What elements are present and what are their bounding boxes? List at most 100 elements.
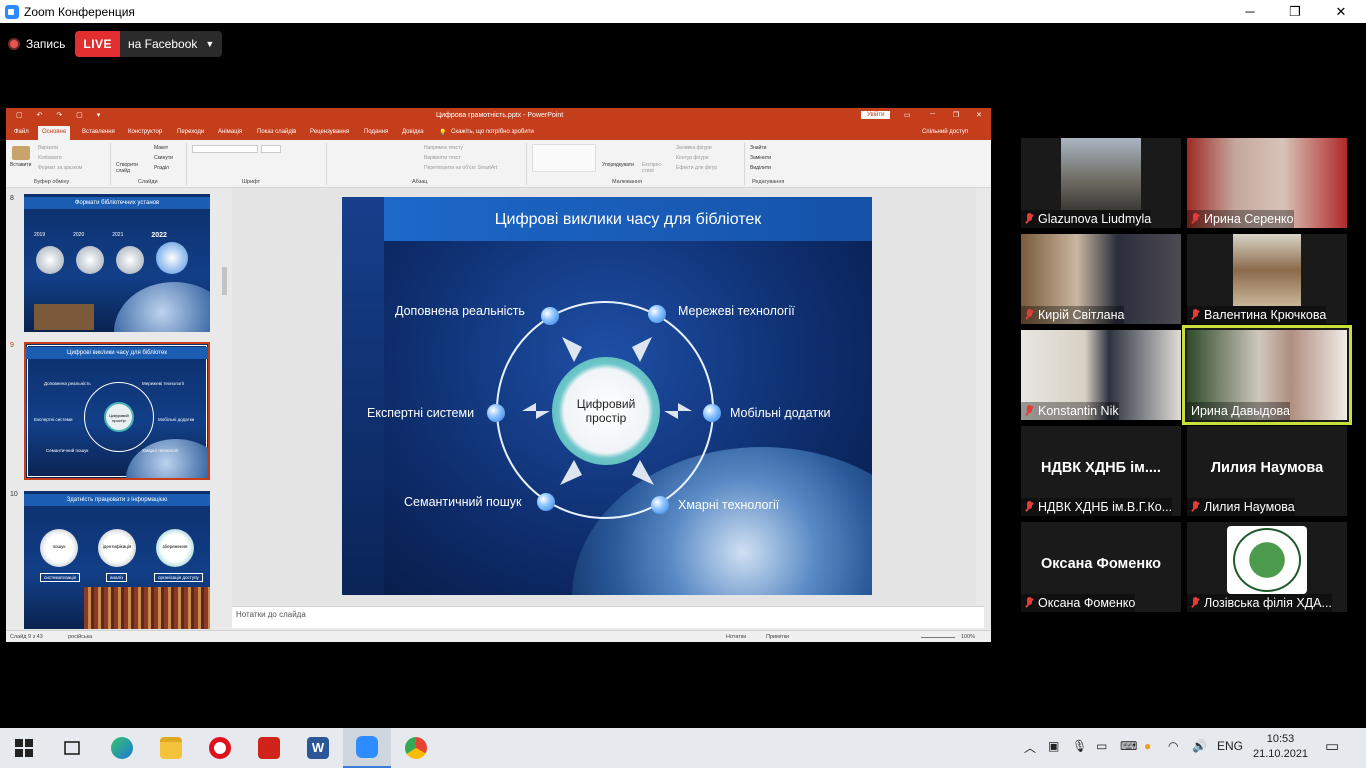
participant-tile[interactable]: Glazunova Liudmyla: [1021, 138, 1181, 228]
ppt-close-icon[interactable]: ✕: [976, 111, 982, 119]
chevron-up-icon[interactable]: ︿: [1024, 739, 1036, 756]
smartart-button[interactable]: Перетворити на об'єкт SmartArt: [424, 165, 497, 171]
shape-effects-button[interactable]: Ефекти для фігур: [676, 165, 717, 171]
chrome-taskbar-button[interactable]: [392, 728, 440, 768]
participant-tile[interactable]: Ирина Серенко: [1187, 138, 1347, 228]
participant-tile[interactable]: Валентина Крючкова: [1187, 234, 1347, 324]
participant-tile[interactable]: Лилия Наумова Лилия Наумова: [1187, 426, 1347, 516]
start-button[interactable]: [0, 728, 48, 768]
edge-taskbar-button[interactable]: [98, 728, 146, 768]
slide-thumbnail-10[interactable]: Здатність працювати з інформацією пошук …: [24, 491, 210, 629]
share-button[interactable]: Спільний доступ: [922, 129, 968, 135]
cut-button[interactable]: Вирізати: [38, 145, 58, 151]
thumbs-scrollbar[interactable]: [220, 189, 228, 629]
tell-me-search[interactable]: Скажіть, що потрібно зробити: [451, 129, 534, 135]
shape-fill-button[interactable]: Заливка фігури: [676, 145, 712, 151]
notifications-icon[interactable]: ▭: [1325, 737, 1339, 755]
tab-animation[interactable]: Анімація: [218, 129, 242, 135]
quick-styles-button[interactable]: Експрес-стилі: [642, 162, 670, 174]
align-text-button[interactable]: Вирівняти текст: [424, 155, 461, 161]
ribbon-display-icon[interactable]: ▭: [904, 111, 911, 119]
notes-toggle[interactable]: Нотатки: [726, 634, 746, 640]
word-taskbar-button[interactable]: W: [294, 728, 342, 768]
slide-thumbnail-8[interactable]: Формати бібліотечних установ 2019 2020 2…: [24, 194, 210, 332]
format-painter-button[interactable]: Формат за зразком: [38, 165, 82, 171]
close-button[interactable]: ✕: [1318, 0, 1364, 23]
volume-icon[interactable]: 🔊: [1192, 739, 1207, 753]
tab-view[interactable]: Подання: [364, 129, 388, 135]
system-clock[interactable]: 10:53 21.10.2021: [1253, 732, 1308, 762]
record-label[interactable]: Запись: [26, 37, 65, 51]
find-button[interactable]: Знайти: [750, 145, 766, 151]
comments-toggle[interactable]: Примітки: [766, 634, 789, 640]
select-button[interactable]: Виділити: [750, 165, 771, 171]
shapes-gallery[interactable]: [532, 144, 596, 172]
zoom-titlebar: Zoom Конференция ─ ❐ ✕: [0, 0, 1366, 23]
font-size-select[interactable]: [261, 145, 281, 153]
current-slide[interactable]: Цифрові виклики часу для бібліотек Цифро…: [342, 197, 872, 595]
quick-access-toolbar[interactable]: ▢ ↶ ↷ ▢ ▾: [16, 111, 106, 119]
task-view-button[interactable]: [48, 728, 96, 768]
tab-insert[interactable]: Вставлення: [82, 129, 115, 135]
scrollbar-thumb[interactable]: [222, 267, 227, 295]
maximize-button[interactable]: ❐: [1272, 0, 1318, 23]
participant-name: Кирій Світлана: [1021, 306, 1125, 324]
shape-outline-button[interactable]: Контур фігури: [676, 155, 708, 161]
group-slides: Слайди: [138, 179, 158, 185]
explorer-taskbar-button[interactable]: [147, 728, 195, 768]
participant-tile[interactable]: НДВК ХДНБ ім.... НДВК ХДНБ ім.В.Г.Ко...: [1021, 426, 1181, 516]
ppt-maximize-icon[interactable]: ❐: [953, 111, 959, 119]
participant-tile[interactable]: Konstantin Nik: [1021, 330, 1181, 420]
tab-slideshow[interactable]: Показ слайдів: [257, 129, 296, 135]
zoom-slider[interactable]: [921, 637, 955, 638]
live-stream-control[interactable]: LIVE на Facebook ▼: [75, 31, 223, 57]
acrobat-taskbar-button[interactable]: [245, 728, 293, 768]
tab-file[interactable]: Файл: [14, 129, 29, 135]
participant-tile-active-speaker[interactable]: Ирина Давыдова: [1182, 325, 1352, 425]
node-dot: [703, 404, 721, 422]
section-button[interactable]: Розділ: [154, 165, 169, 171]
zoom-level[interactable]: 100%: [961, 634, 975, 640]
participant-tile[interactable]: Лозівська філія ХДА...: [1187, 522, 1347, 612]
zoom-taskbar-button[interactable]: [343, 728, 391, 768]
reset-button[interactable]: Скинути: [154, 155, 173, 161]
notes-pane[interactable]: Нотатки до слайда: [232, 606, 984, 628]
avast-icon[interactable]: ●: [1144, 739, 1151, 753]
tab-home[interactable]: Основне: [38, 126, 71, 140]
text-direction-button[interactable]: Напрямок тексту: [424, 145, 463, 151]
replace-button[interactable]: Замінити: [750, 155, 771, 161]
editor-scrollbar[interactable]: [976, 189, 984, 605]
paste-icon[interactable]: [12, 146, 30, 160]
participant-tile[interactable]: Оксана Фоменко Оксана Фоменко: [1021, 522, 1181, 612]
slide-thumbnail-9-selected[interactable]: Цифрові виклики часу для бібліотек Цифро…: [24, 342, 210, 480]
opera-taskbar-button[interactable]: [196, 728, 244, 768]
paste-button[interactable]: Вставити: [10, 162, 31, 168]
copy-button[interactable]: Копіювати: [38, 155, 62, 161]
wifi-icon[interactable]: ◠: [1168, 739, 1178, 753]
layout-button[interactable]: Макет: [154, 145, 168, 151]
tab-review[interactable]: Рецензування: [310, 129, 349, 135]
tab-transitions[interactable]: Переходи: [177, 129, 204, 135]
earth-image: [114, 282, 210, 332]
microphone-icon[interactable]: 🎙: [1072, 739, 1087, 753]
participant-display-name: Лилия Наумова: [1210, 460, 1324, 476]
participant-display-name: НДВК ХДНБ ім....: [1041, 460, 1161, 476]
thumb-label: Мобільні додатки: [158, 417, 195, 422]
battery-icon[interactable]: ▭: [1096, 739, 1107, 753]
signin-button[interactable]: Увійти: [861, 111, 891, 119]
font-name-select[interactable]: [192, 145, 258, 153]
participant-name-text: Оксана Фоменко: [1038, 596, 1136, 610]
tab-design[interactable]: Конструктор: [128, 129, 162, 135]
thumb-tag: аналіз: [106, 573, 128, 582]
new-slide-button[interactable]: Створити слайд: [116, 162, 146, 174]
meet-now-icon[interactable]: ▣: [1048, 739, 1059, 753]
tab-help[interactable]: Довідка: [402, 129, 424, 135]
language-indicator[interactable]: ENG: [1217, 739, 1243, 753]
participant-tile[interactable]: Кирій Світлана: [1021, 234, 1181, 324]
chevron-down-icon[interactable]: ▼: [205, 39, 222, 49]
network-adapter-icon[interactable]: ⌨: [1120, 739, 1137, 753]
arrange-button[interactable]: Упорядкувати: [602, 162, 634, 168]
ppt-minimize-icon[interactable]: ─: [930, 111, 935, 118]
minimize-button[interactable]: ─: [1227, 0, 1273, 23]
language-indicator[interactable]: російська: [68, 634, 92, 640]
